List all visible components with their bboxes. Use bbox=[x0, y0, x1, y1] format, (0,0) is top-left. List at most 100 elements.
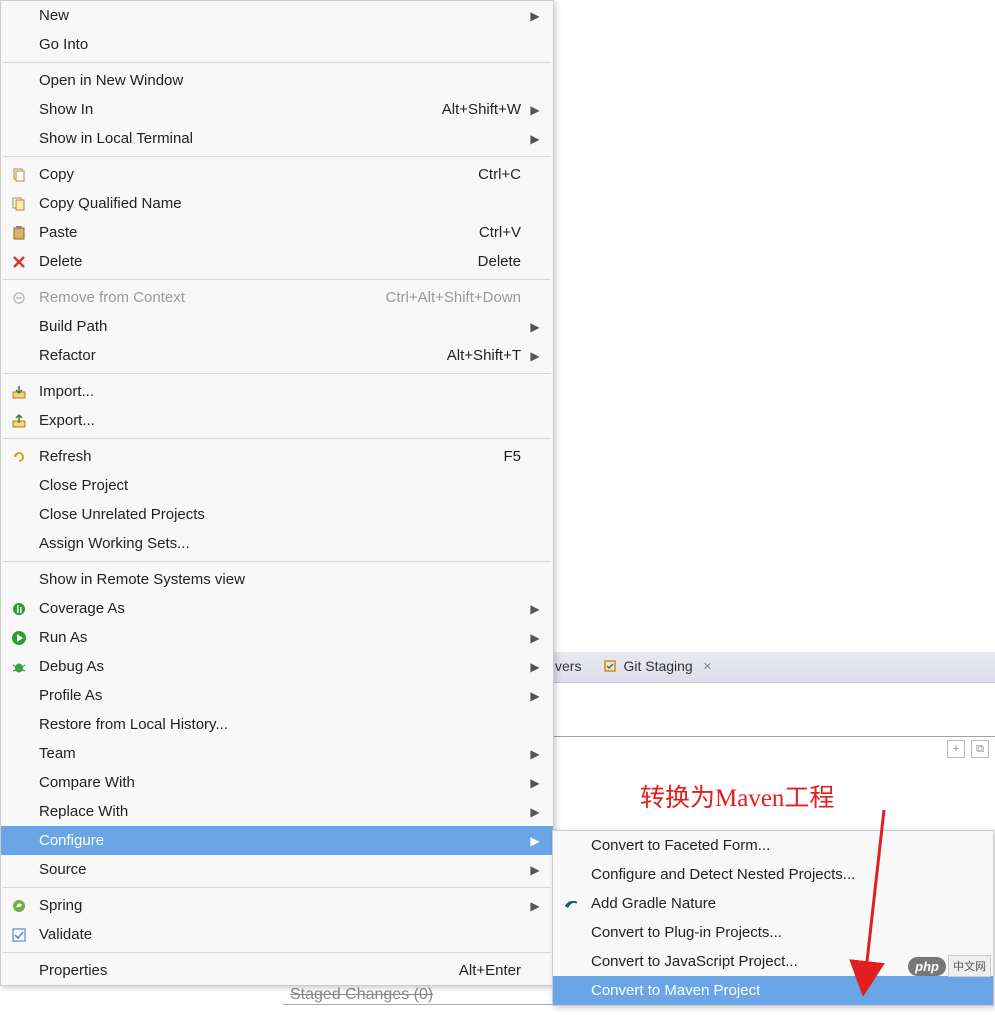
menu-item-label: Restore from Local History... bbox=[37, 716, 527, 733]
menu-item-label: Compare With bbox=[37, 774, 527, 791]
menu-item-label: Configure bbox=[37, 832, 527, 849]
submenu-arrow-icon: ▶ bbox=[527, 132, 543, 146]
menu-item-label: Profile As bbox=[37, 687, 527, 704]
menu-item-refresh[interactable]: RefreshF5 bbox=[1, 442, 553, 471]
menu-item-show-in-remote-systems-view[interactable]: Show in Remote Systems view bbox=[1, 565, 553, 594]
tab-git-staging[interactable]: Git Staging bbox=[623, 658, 692, 674]
menu-item-run-as[interactable]: Run As▶ bbox=[1, 623, 553, 652]
menu-separator bbox=[3, 561, 551, 562]
menu-item-assign-working-sets[interactable]: Assign Working Sets... bbox=[1, 529, 553, 558]
menu-item-refactor[interactable]: RefactorAlt+Shift+T▶ bbox=[1, 341, 553, 370]
menu-item-debug-as[interactable]: Debug As▶ bbox=[1, 652, 553, 681]
menu-item-close-project[interactable]: Close Project bbox=[1, 471, 553, 500]
coverage-icon bbox=[1, 601, 37, 617]
submenu-item-label: Convert to Faceted Form... bbox=[589, 837, 983, 854]
submenu-arrow-icon: ▶ bbox=[527, 660, 543, 674]
php-cn-badge: php 中文网 bbox=[908, 955, 991, 977]
copy-icon bbox=[1, 167, 37, 183]
menu-item-label: Refactor bbox=[37, 347, 447, 364]
add-icon[interactable]: + bbox=[947, 740, 965, 758]
menu-separator bbox=[3, 952, 551, 953]
menu-item-spring[interactable]: Spring▶ bbox=[1, 891, 553, 920]
menu-item-new[interactable]: New▶ bbox=[1, 1, 553, 30]
menu-item-label: Open in New Window bbox=[37, 72, 527, 89]
validate-icon bbox=[1, 927, 37, 943]
annotation-text: 转换为Maven工程 bbox=[640, 778, 834, 814]
menu-item-open-in-new-window[interactable]: Open in New Window bbox=[1, 66, 553, 95]
submenu-item-configure-and-detect-nested-projects[interactable]: Configure and Detect Nested Projects... bbox=[553, 860, 993, 889]
php-badge-left: php bbox=[908, 957, 946, 976]
menu-item-close-unrelated-projects[interactable]: Close Unrelated Projects bbox=[1, 500, 553, 529]
menu-item-restore-from-local-history[interactable]: Restore from Local History... bbox=[1, 710, 553, 739]
menu-item-validate[interactable]: Validate bbox=[1, 920, 553, 949]
menu-separator bbox=[3, 373, 551, 374]
menu-item-label: Close Project bbox=[37, 477, 527, 494]
menu-item-paste[interactable]: PasteCtrl+V bbox=[1, 218, 553, 247]
menu-item-shortcut: Alt+Shift+T bbox=[447, 347, 527, 364]
menu-item-copy[interactable]: CopyCtrl+C bbox=[1, 160, 553, 189]
menu-item-shortcut: Ctrl+V bbox=[479, 224, 527, 241]
menu-item-coverage-as[interactable]: Coverage As▶ bbox=[1, 594, 553, 623]
menu-item-label: Source bbox=[37, 861, 527, 878]
menu-item-copy-qualified-name[interactable]: Copy Qualified Name bbox=[1, 189, 553, 218]
submenu-item-convert-to-plug-in-projects[interactable]: Convert to Plug-in Projects... bbox=[553, 918, 993, 947]
menu-item-export[interactable]: Export... bbox=[1, 406, 553, 435]
menu-item-profile-as[interactable]: Profile As▶ bbox=[1, 681, 553, 710]
menu-item-label: Validate bbox=[37, 926, 527, 943]
add-all-icon[interactable]: ⧉ bbox=[971, 740, 989, 758]
menu-item-team[interactable]: Team▶ bbox=[1, 739, 553, 768]
menu-separator bbox=[3, 438, 551, 439]
submenu-item-convert-to-faceted-form[interactable]: Convert to Faceted Form... bbox=[553, 831, 993, 860]
spring-icon bbox=[1, 898, 37, 914]
menu-item-label: Debug As bbox=[37, 658, 527, 675]
paste-icon bbox=[1, 225, 37, 241]
close-icon[interactable]: ✕ bbox=[703, 660, 712, 673]
menu-item-go-into[interactable]: Go Into bbox=[1, 30, 553, 59]
menu-item-source[interactable]: Source▶ bbox=[1, 855, 553, 884]
debug-icon bbox=[1, 659, 37, 675]
menu-item-configure[interactable]: Configure▶ bbox=[1, 826, 553, 855]
menu-item-show-in-local-terminal[interactable]: Show in Local Terminal▶ bbox=[1, 124, 553, 153]
menu-item-properties[interactable]: PropertiesAlt+Enter bbox=[1, 956, 553, 985]
menu-item-label: Refresh bbox=[37, 448, 503, 465]
staging-toolbar: + ⧉ bbox=[947, 740, 989, 758]
context-menu: New▶Go IntoOpen in New WindowShow InAlt+… bbox=[0, 0, 554, 986]
menu-item-label: Show in Local Terminal bbox=[37, 130, 527, 147]
delete-icon bbox=[1, 254, 37, 270]
submenu-arrow-icon: ▶ bbox=[527, 602, 543, 616]
menu-item-label: New bbox=[37, 7, 527, 24]
menu-item-shortcut: Ctrl+C bbox=[478, 166, 527, 183]
submenu-arrow-icon: ▶ bbox=[527, 805, 543, 819]
menu-item-import[interactable]: Import... bbox=[1, 377, 553, 406]
menu-item-shortcut: Delete bbox=[478, 253, 527, 270]
menu-item-label: Delete bbox=[37, 253, 478, 270]
menu-separator bbox=[3, 156, 551, 157]
menu-separator bbox=[3, 62, 551, 63]
menu-item-remove-from-context: Remove from ContextCtrl+Alt+Shift+Down bbox=[1, 283, 553, 312]
menu-item-label: Export... bbox=[37, 412, 527, 429]
submenu-arrow-icon: ▶ bbox=[527, 747, 543, 761]
export-icon bbox=[1, 413, 37, 429]
menu-item-label: Copy Qualified Name bbox=[37, 195, 527, 212]
menu-item-compare-with[interactable]: Compare With▶ bbox=[1, 768, 553, 797]
menu-item-shortcut: Alt+Enter bbox=[459, 962, 527, 979]
remove-ctx-icon bbox=[1, 290, 37, 306]
submenu-item-convert-to-maven-project[interactable]: Convert to Maven Project bbox=[553, 976, 993, 1005]
menu-item-delete[interactable]: DeleteDelete bbox=[1, 247, 553, 276]
background-tabs: vers Git Staging ✕ bbox=[555, 658, 712, 674]
menu-item-label: Properties bbox=[37, 962, 459, 979]
menu-item-label: Remove from Context bbox=[37, 289, 386, 306]
menu-item-label: Go Into bbox=[37, 36, 527, 53]
menu-item-build-path[interactable]: Build Path▶ bbox=[1, 312, 553, 341]
menu-item-label: Copy bbox=[37, 166, 478, 183]
submenu-arrow-icon: ▶ bbox=[527, 863, 543, 877]
menu-item-replace-with[interactable]: Replace With▶ bbox=[1, 797, 553, 826]
menu-item-label: Spring bbox=[37, 897, 527, 914]
menu-item-shortcut: Ctrl+Alt+Shift+Down bbox=[386, 289, 527, 306]
menu-item-label: Replace With bbox=[37, 803, 527, 820]
menu-item-show-in[interactable]: Show InAlt+Shift+W▶ bbox=[1, 95, 553, 124]
submenu-arrow-icon: ▶ bbox=[527, 9, 543, 23]
menu-item-label: Run As bbox=[37, 629, 527, 646]
submenu-arrow-icon: ▶ bbox=[527, 899, 543, 913]
submenu-item-add-gradle-nature[interactable]: Add Gradle Nature bbox=[553, 889, 993, 918]
